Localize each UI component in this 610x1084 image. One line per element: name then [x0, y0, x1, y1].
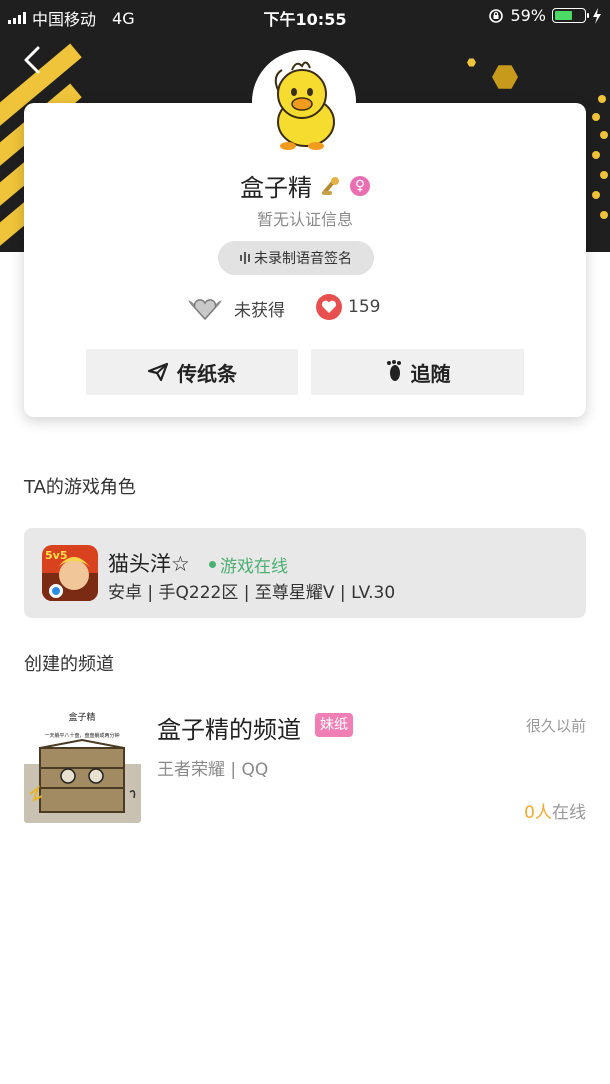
certification-status: 暂无认证信息 — [256, 210, 353, 229]
thumb-subtitle: 一天躺平八十盘，盘盘躺成两分钟 — [44, 732, 119, 739]
avatar[interactable] — [252, 50, 356, 154]
send-note-label: 传纸条 — [177, 361, 237, 386]
rotation-lock-icon — [489, 8, 504, 23]
heart-icon — [316, 294, 342, 320]
online-status-label: 游戏在线 — [220, 557, 288, 577]
battery-percent: 59% — [510, 6, 546, 25]
channel-game: 王者荣耀 | QQ — [157, 760, 269, 780]
channel-online-count: 0人在线 — [524, 798, 586, 823]
game-role-card[interactable]: 5v5 猫头洋☆ 游戏在线 安卓 | 手Q222区 | 至尊星耀V | LV.3… — [24, 528, 586, 618]
honor-label: 未获得 — [234, 300, 285, 321]
battery-icon — [552, 8, 589, 23]
nickname: 盒子精 — [240, 174, 312, 202]
online-count-number: 0人 — [524, 803, 552, 823]
channels-title: 创建的频道 — [24, 654, 114, 675]
like-stat[interactable]: 159 — [316, 294, 380, 320]
channel-thumbnail[interactable]: 盒子精 一天躺平八十盘，盘盘躺成两分钟 — [24, 704, 141, 823]
follow-button[interactable]: 追随 — [311, 349, 524, 395]
decor-hexagon-small — [467, 58, 476, 67]
online-status: 游戏在线 — [209, 552, 288, 577]
role-name: 猫头洋☆ — [108, 552, 190, 576]
send-note-button[interactable]: 传纸条 — [86, 349, 298, 395]
honor-stat[interactable]: 未获得 — [186, 294, 285, 322]
like-count: 159 — [348, 297, 381, 317]
role-detail: 安卓 | 手Q222区 | 至尊星耀V | LV.30 — [108, 583, 396, 603]
follow-label: 追随 — [410, 361, 451, 386]
decor-hexagon — [492, 65, 518, 89]
voice-wave-icon — [240, 251, 250, 265]
voice-signature-button[interactable]: 未录制语音签名 — [218, 241, 374, 275]
nickname-row: 盒子精 ♀ — [0, 168, 610, 203]
chevron-left-icon — [24, 46, 40, 74]
thumb-title: 盒子精 — [68, 711, 95, 723]
online-count-label: 在线 — [552, 803, 586, 823]
status-bar: 中国移动 4G 下午10:55 59% — [0, 0, 610, 32]
channel-tag-badge: 妹纸 — [315, 713, 353, 737]
app-icon-text: 5v5 — [45, 549, 67, 562]
stats-row: 未获得 159 — [0, 294, 610, 326]
duck-avatar-icon — [252, 50, 356, 154]
charging-icon — [593, 7, 601, 24]
female-gender-icon: ♀ — [350, 175, 370, 196]
online-dot-icon — [209, 561, 216, 568]
back-button[interactable] — [20, 42, 56, 82]
honor-of-kings-app-icon: 5v5 — [42, 545, 98, 601]
game-roles-title: TA的游戏角色 — [24, 477, 136, 498]
winged-heart-icon — [188, 299, 222, 321]
paper-plane-icon — [147, 362, 169, 382]
footprint-icon — [386, 360, 401, 381]
channel-name[interactable]: 盒子精的频道 — [157, 710, 301, 745]
medal-badge-icon — [322, 176, 339, 195]
voice-signature-label: 未录制语音签名 — [254, 251, 352, 267]
channel-time: 很久以前 — [525, 717, 586, 735]
